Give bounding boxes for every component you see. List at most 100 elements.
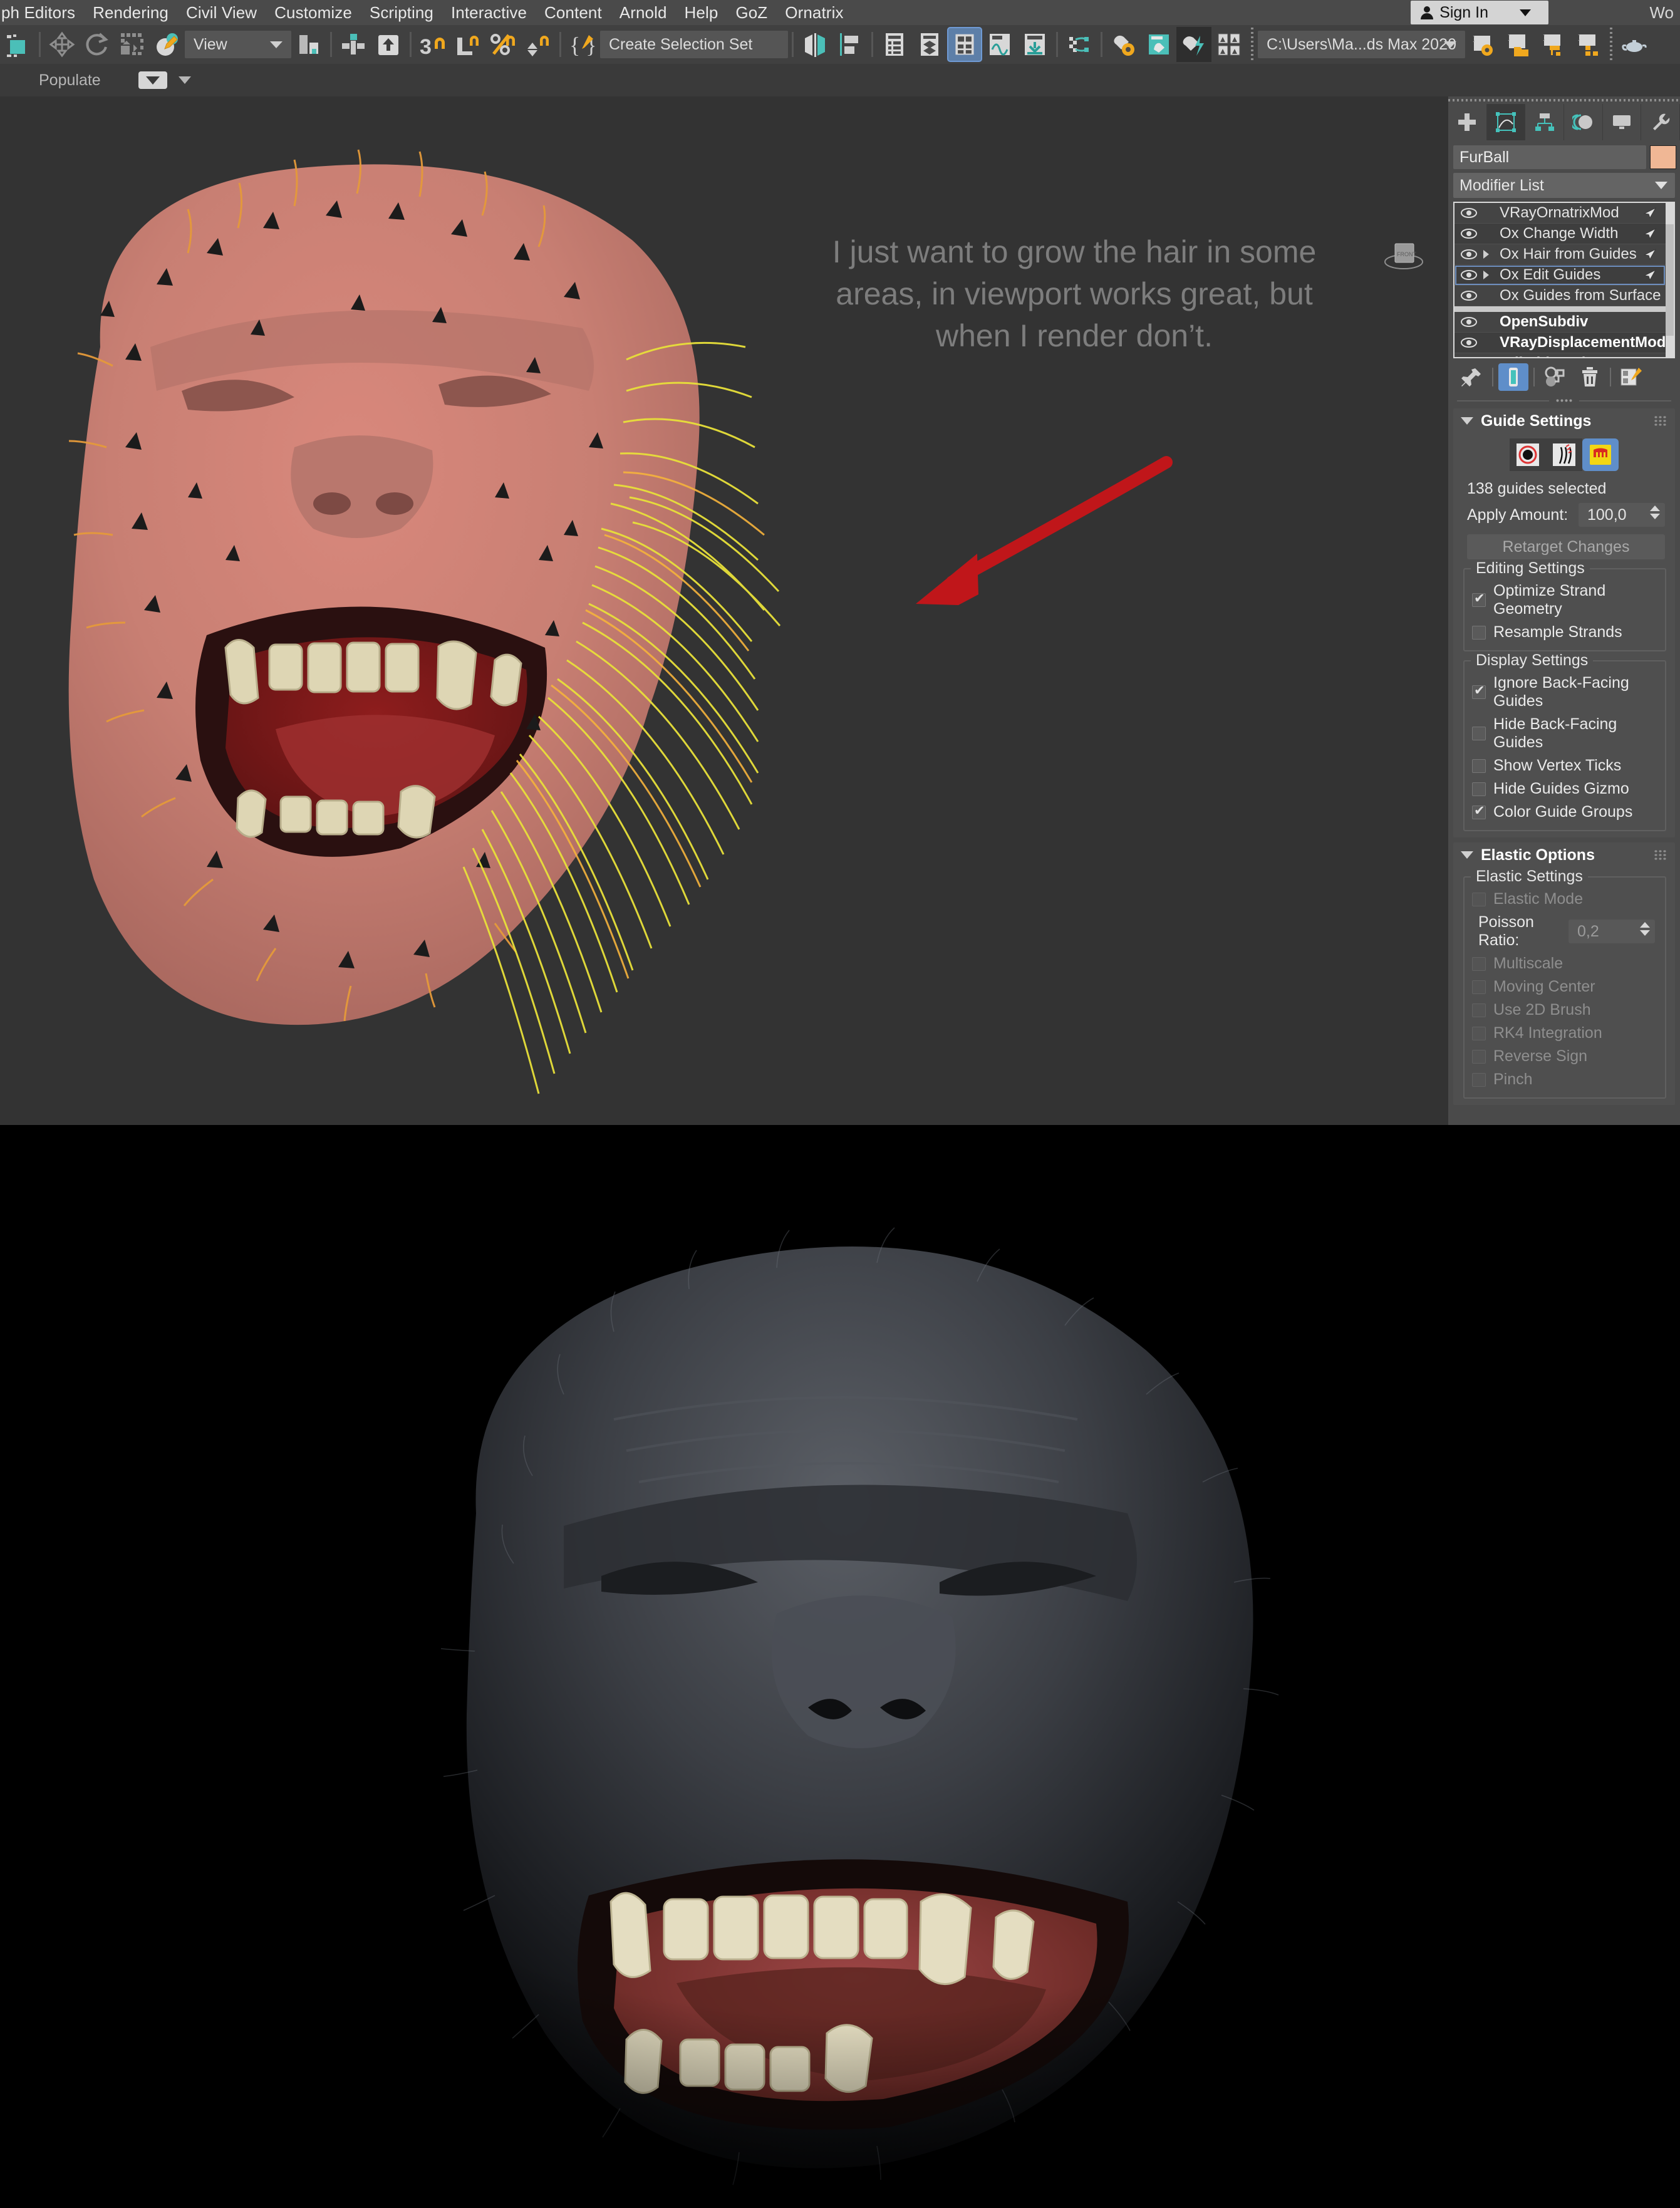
root-selection-mode-icon[interactable] (1510, 438, 1546, 471)
menu-item-goz[interactable]: GoZ (727, 0, 776, 25)
eye-icon[interactable] (1461, 337, 1477, 348)
rollout-grip-dots[interactable] (1654, 849, 1667, 861)
checkbox-elastic-mode[interactable]: Elastic Mode (1465, 888, 1665, 911)
select-and-link-icon[interactable] (336, 27, 371, 62)
checkbox-icon[interactable] (1472, 1072, 1486, 1087)
reference-coordinate-system-dropdown[interactable]: View (185, 31, 291, 58)
use-pivot-point-center-icon[interactable] (291, 27, 326, 62)
menu-item-interactive[interactable]: Interactive (442, 0, 536, 25)
checkbox-pinch[interactable]: Pinch (1465, 1068, 1665, 1091)
checkbox-icon[interactable] (1472, 980, 1486, 994)
project-settings-icon[interactable] (1465, 27, 1500, 62)
utilities-tab[interactable] (1641, 104, 1680, 140)
checkbox-icon[interactable] (1472, 956, 1486, 971)
checkbox-moving-center[interactable]: Moving Center (1465, 975, 1665, 998)
layer-explorer-icon[interactable] (877, 27, 912, 62)
select-and-place-icon[interactable] (150, 27, 185, 62)
object-name-field[interactable]: FurBall (1453, 145, 1646, 169)
checkbox-multiscale[interactable]: Multiscale (1465, 952, 1665, 975)
create-tab[interactable] (1448, 104, 1487, 140)
modifier-row-vraydisplacementmod[interactable]: VRayDisplacementMod (1454, 333, 1666, 353)
checkbox-icon[interactable] (1472, 759, 1486, 773)
menu-item-rendering[interactable]: Rendering (84, 0, 177, 25)
spinner-snap-icon[interactable] (521, 27, 556, 62)
eye-icon[interactable] (1461, 249, 1477, 260)
named-selection-set-input[interactable]: Create Selection Set (600, 31, 788, 58)
checkbox-icon[interactable] (1472, 803, 1486, 819)
rollout-grip-dots[interactable] (1654, 415, 1667, 427)
rendered-frame-window-icon[interactable] (1141, 27, 1176, 62)
snaps-toggle-icon[interactable]: 3 (415, 27, 450, 62)
checkbox-hide-guides-gizmo[interactable]: Hide Guides Gizmo (1465, 777, 1665, 801)
hierarchy-tab[interactable] (1525, 104, 1565, 140)
populate-dropdown-button[interactable] (138, 71, 167, 89)
configure-modifier-sets-icon[interactable] (1616, 363, 1646, 391)
modifier-stack-scrollbar[interactable]: ⌃ ⌄ (1666, 203, 1674, 357)
modifier-stack[interactable]: VRayOrnatrixMod Ox Change Width Ox Hair … (1453, 202, 1675, 358)
checkbox-icon[interactable] (1472, 1026, 1486, 1040)
eye-icon[interactable] (1461, 228, 1477, 239)
project-path-dropdown[interactable]: C:\Users\Ma...ds Max 2020 (1258, 31, 1465, 58)
eye-icon[interactable] (1461, 207, 1477, 219)
checkbox-color-guide-groups[interactable]: Color Guide Groups (1465, 801, 1665, 824)
modifier-row-vrayornatrixmod[interactable]: VRayOrnatrixMod (1454, 203, 1666, 224)
checkbox-show-vertex-ticks[interactable]: Show Vertex Ticks (1465, 754, 1665, 777)
edit-named-selection-sets-icon[interactable]: { } (565, 27, 600, 62)
sign-in-button[interactable]: Sign In (1411, 1, 1548, 24)
eye-icon[interactable] (1461, 290, 1477, 301)
select-and-move-icon[interactable] (44, 27, 80, 62)
schematic-view-icon[interactable] (1017, 27, 1052, 62)
render-setup-icon[interactable] (1106, 27, 1141, 62)
select-and-scale-icon[interactable] (115, 27, 150, 62)
checkbox-ignore-back-facing-guides[interactable]: Ignore Back-Facing Guides (1465, 671, 1665, 713)
unlink-selection-icon[interactable] (371, 27, 406, 62)
checkbox-use-2d-brush[interactable]: Use 2D Brush (1465, 998, 1665, 1022)
strand-selection-mode-icon[interactable] (1546, 438, 1582, 471)
checkbox-icon[interactable] (1472, 782, 1486, 796)
poisson-ratio-spinner[interactable]: 0,2 (1569, 920, 1655, 943)
menu-item-content[interactable]: Content (536, 0, 611, 25)
menu-item-ornatrix[interactable]: Ornatrix (776, 0, 852, 25)
object-color-swatch[interactable] (1650, 145, 1676, 169)
checkbox-icon[interactable] (1472, 727, 1486, 740)
checkbox-reverse-sign[interactable]: Reverse Sign (1465, 1045, 1665, 1068)
checkbox-rk4-integration[interactable]: RK4 Integration (1465, 1022, 1665, 1045)
spinner-arrows-icon[interactable] (1640, 922, 1650, 936)
viewport[interactable]: I just want to grow the hair in some are… (0, 96, 1448, 1125)
populate-flyout-icon[interactable] (178, 76, 191, 84)
expand-triangle-icon[interactable] (1483, 271, 1493, 279)
modify-tab[interactable] (1486, 104, 1526, 140)
render-in-cloud-icon[interactable] (1211, 27, 1247, 62)
toggle-ribbon-icon[interactable] (947, 27, 982, 62)
mirror-icon[interactable] (797, 27, 832, 62)
modifier-row-ox-edit-guides[interactable]: Ox Edit Guides (1454, 265, 1666, 286)
checkbox-icon[interactable] (1472, 1003, 1486, 1017)
display-tab[interactable] (1603, 104, 1642, 140)
viewcube[interactable]: FRONT (1381, 236, 1426, 279)
modifier-list-dropdown[interactable]: Modifier List (1453, 173, 1675, 198)
checkbox-optimize-strand-geometry[interactable]: Optimize Strand Geometry (1465, 579, 1665, 621)
curve-editor-icon[interactable] (982, 27, 1017, 62)
modifier-row-ox-change-width[interactable]: Ox Change Width (1454, 224, 1666, 244)
pin-stack-icon[interactable] (1457, 363, 1487, 391)
eye-icon[interactable] (1461, 269, 1477, 281)
show-end-result-icon[interactable] (1498, 363, 1528, 391)
toolbar-gripper[interactable] (1607, 28, 1614, 61)
checkbox-hide-back-facing-guides[interactable]: Hide Back-Facing Guides (1465, 713, 1665, 754)
scroll-down-icon[interactable]: ⌄ (1673, 338, 1674, 355)
retarget-changes-button[interactable]: Retarget Changes (1467, 534, 1665, 559)
command-panel-gripper[interactable] (1448, 96, 1680, 104)
menu-item-arnold[interactable]: Arnold (611, 0, 676, 25)
teapot-icon[interactable] (1617, 27, 1652, 62)
guide-settings-header[interactable]: Guide Settings (1453, 408, 1675, 433)
modifier-row-editable-poly[interactable]: Editable Poly (1454, 353, 1666, 357)
modifier-row-opensubdiv[interactable]: OpenSubdiv (1454, 312, 1666, 333)
menu-item-customize[interactable]: Customize (266, 0, 361, 25)
menu-item-graph-editors[interactable]: ph Editors (0, 0, 84, 25)
align-icon[interactable] (832, 27, 868, 62)
checkbox-icon[interactable] (1472, 892, 1486, 906)
spinner-arrows-icon[interactable] (1650, 505, 1660, 519)
remove-modifier-icon[interactable] (1575, 363, 1605, 391)
expand-triangle-icon[interactable] (1483, 250, 1493, 259)
modifier-row-ox-guides-from-surface[interactable]: Ox Guides from Surface (1454, 286, 1666, 306)
